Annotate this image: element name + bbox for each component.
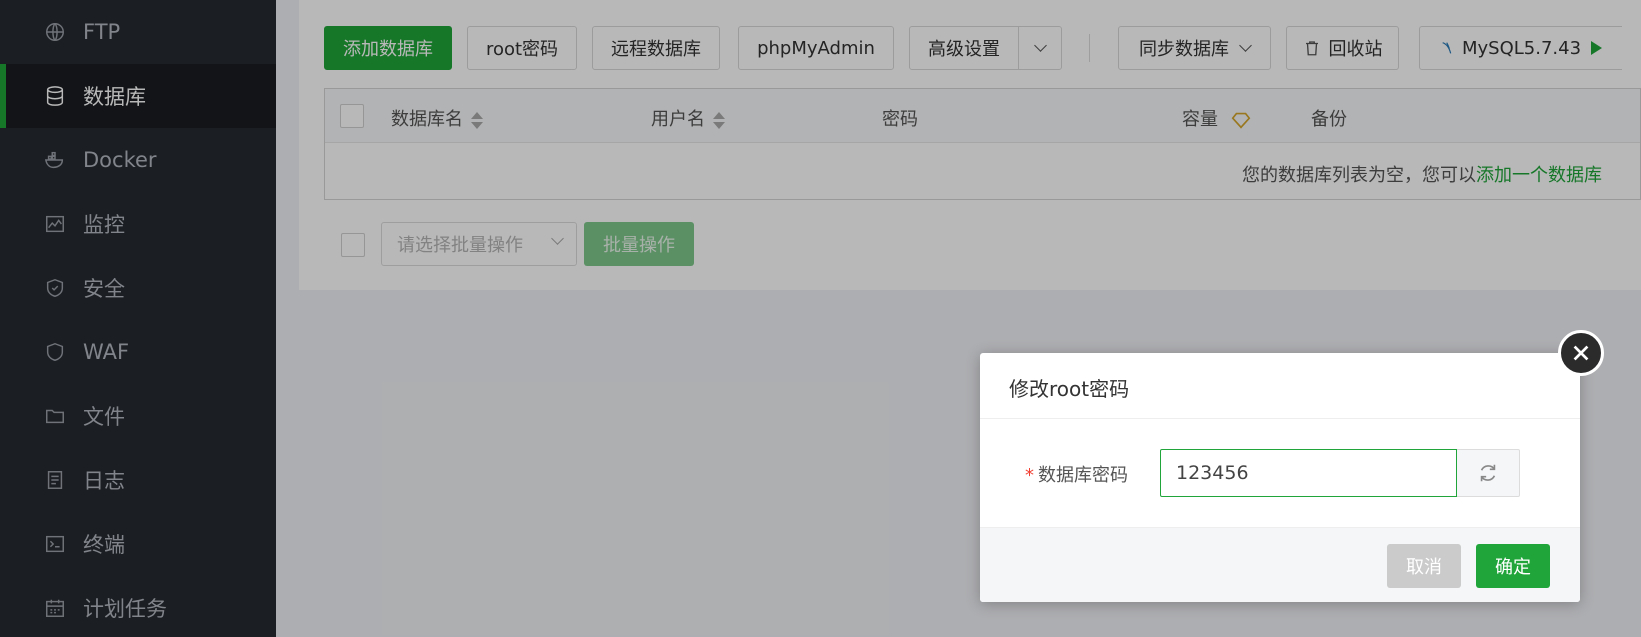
dialog-body: * 数据库密码 bbox=[980, 419, 1580, 527]
cancel-button[interactable]: 取消 bbox=[1387, 544, 1461, 588]
refresh-icon bbox=[1480, 464, 1496, 482]
dialog-title: 修改root密码 bbox=[1009, 377, 1130, 401]
change-root-password-dialog: 修改root密码 *数据库密码 取消 确定 bbox=[980, 353, 1580, 602]
database-password-input[interactable] bbox=[1160, 449, 1457, 497]
confirm-button[interactable]: 确定 bbox=[1476, 544, 1550, 588]
password-field-label: * 数据库密码 bbox=[1025, 461, 1128, 487]
dialog-close-button[interactable] bbox=[1558, 330, 1604, 376]
dialog-header: 修改root密码 bbox=[980, 353, 1580, 419]
dialog-footer: 取消 确定 bbox=[980, 527, 1580, 602]
generate-password-button[interactable] bbox=[1457, 449, 1520, 497]
required-mark: * bbox=[1025, 465, 1034, 486]
close-icon bbox=[1573, 345, 1589, 361]
field-label-text: 数据库密码 bbox=[1038, 465, 1128, 486]
